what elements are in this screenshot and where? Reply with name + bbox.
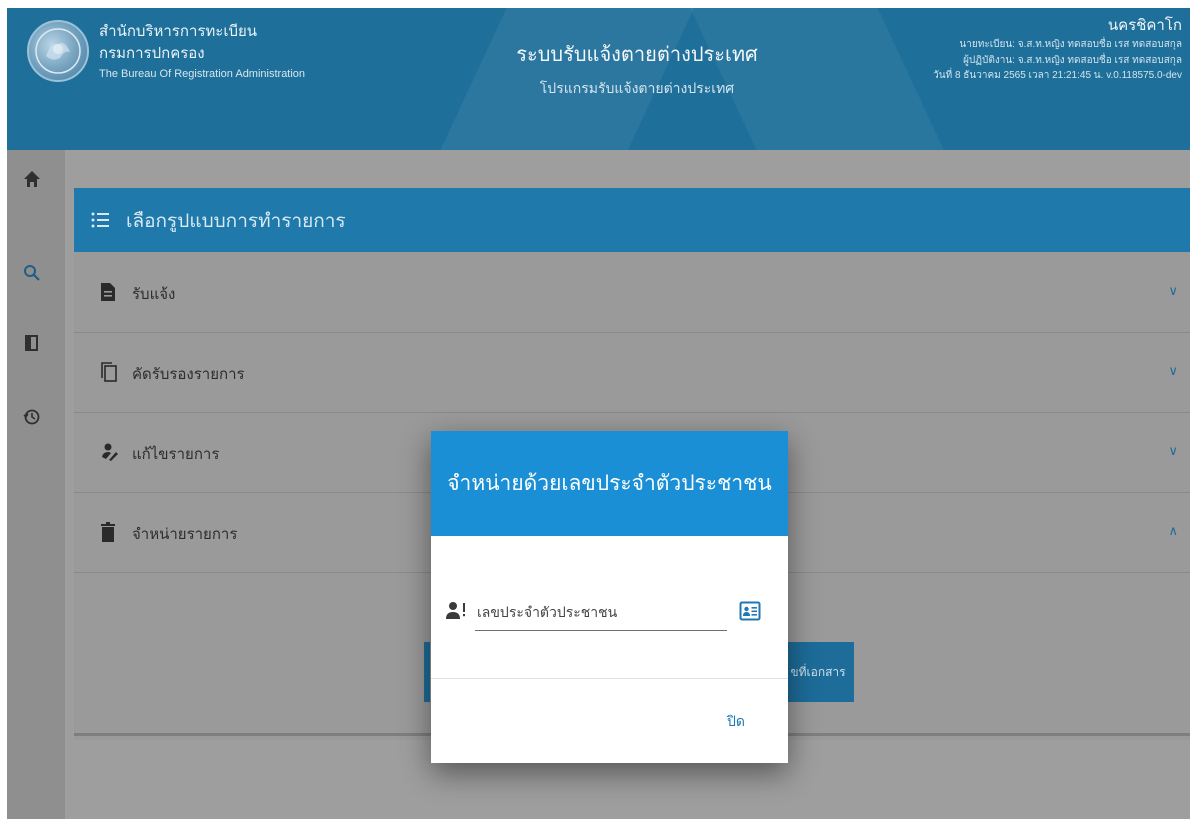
- dialog-footer-divider: [431, 678, 788, 679]
- list-icon: [90, 210, 110, 234]
- home-icon[interactable]: [21, 168, 43, 190]
- registrar-name: นายทะเบียน: จ.ส.ท.หญิง ทดสอบชื่อ เรส ทดส…: [959, 39, 1182, 51]
- app-title-block: ระบบรับแจ้งตายต่างประเทศ โปรแกรมรับแจ้งต…: [487, 38, 787, 100]
- search-icon[interactable]: [21, 262, 43, 284]
- accordion-label: รับแจ้ง: [132, 285, 176, 303]
- citizen-id-field: [445, 596, 775, 636]
- discharge-by-id-dialog: จำหน่ายด้วยเลขประจำตัวประชาชน ปิด: [431, 431, 788, 763]
- accordion-label: คัดรับรองรายการ: [132, 365, 245, 383]
- id-card-reader-icon[interactable]: [739, 600, 761, 626]
- edit-person-icon: [100, 442, 120, 466]
- app-title: ระบบรับแจ้งตายต่างประเทศ: [516, 42, 758, 66]
- chevron-down-icon: ∨: [1168, 284, 1178, 299]
- chevron-up-icon: ∧: [1168, 524, 1178, 539]
- by-document-number-button[interactable]: ขที่เอกสาร: [782, 642, 854, 702]
- side-rail: [7, 150, 65, 819]
- app-frame: สำนักบริหารการทะเบียน กรมการปกครอง The B…: [7, 8, 1190, 819]
- accordion-label: จำหน่ายรายการ: [132, 525, 238, 543]
- history-icon[interactable]: [21, 406, 43, 428]
- chevron-down-icon: ∨: [1168, 364, 1178, 379]
- datetime-version: วันที่ 8 ธันวาคม 2565 เวลา 21:21:45 น. v…: [933, 70, 1182, 82]
- person-alert-icon: [445, 600, 469, 626]
- book-icon[interactable]: [21, 332, 43, 354]
- operator-name: ผู้ปฏิบัติงาน: จ.ส.ท.หญิง ทดสอบชื่อ เรส …: [963, 54, 1182, 66]
- org-name-en: The Bureau Of Registration Administratio…: [99, 68, 306, 80]
- by-id-button-edge[interactable]: [424, 642, 430, 702]
- accordion-row-certify-copy[interactable]: คัดรับรองรายการ ∨: [74, 332, 1190, 413]
- card-title: เลือกรูปแบบการทำรายการ: [126, 210, 346, 232]
- close-button[interactable]: ปิด: [727, 711, 745, 733]
- office-name: นครชิคาโก: [1107, 16, 1182, 34]
- chevron-down-icon: ∨: [1168, 444, 1178, 459]
- card-header: เลือกรูปแบบการทำรายการ: [74, 188, 1190, 252]
- app-subtitle: โปรแกรมรับแจ้งตายต่างประเทศ: [539, 81, 735, 97]
- top-header: สำนักบริหารการทะเบียน กรมการปกครอง The B…: [7, 8, 1190, 150]
- trash-icon: [100, 522, 116, 546]
- org-name-th: สำนักบริหารการทะเบียน: [99, 22, 258, 40]
- accordion-label: แก้ไขรายการ: [132, 445, 220, 463]
- dialog-title: จำหน่ายด้วยเลขประจำตัวประชาชน: [447, 471, 772, 495]
- bureau-seal-logo: [27, 20, 89, 82]
- accordion-row-receive[interactable]: รับแจ้ง ∨: [74, 252, 1190, 333]
- organization-block: สำนักบริหารการทะเบียน กรมการปกครอง The B…: [99, 22, 305, 81]
- copy-icon: [100, 362, 118, 386]
- dialog-header: จำหน่ายด้วยเลขประจำตัวประชาชน: [431, 431, 788, 536]
- citizen-id-input[interactable]: [475, 596, 727, 631]
- user-info-block: นครชิคาโก นายทะเบียน: จ.ส.ท.หญิง ทดสอบชื…: [933, 14, 1182, 84]
- org-department: กรมการปกครอง: [99, 43, 205, 62]
- document-icon: [100, 282, 116, 306]
